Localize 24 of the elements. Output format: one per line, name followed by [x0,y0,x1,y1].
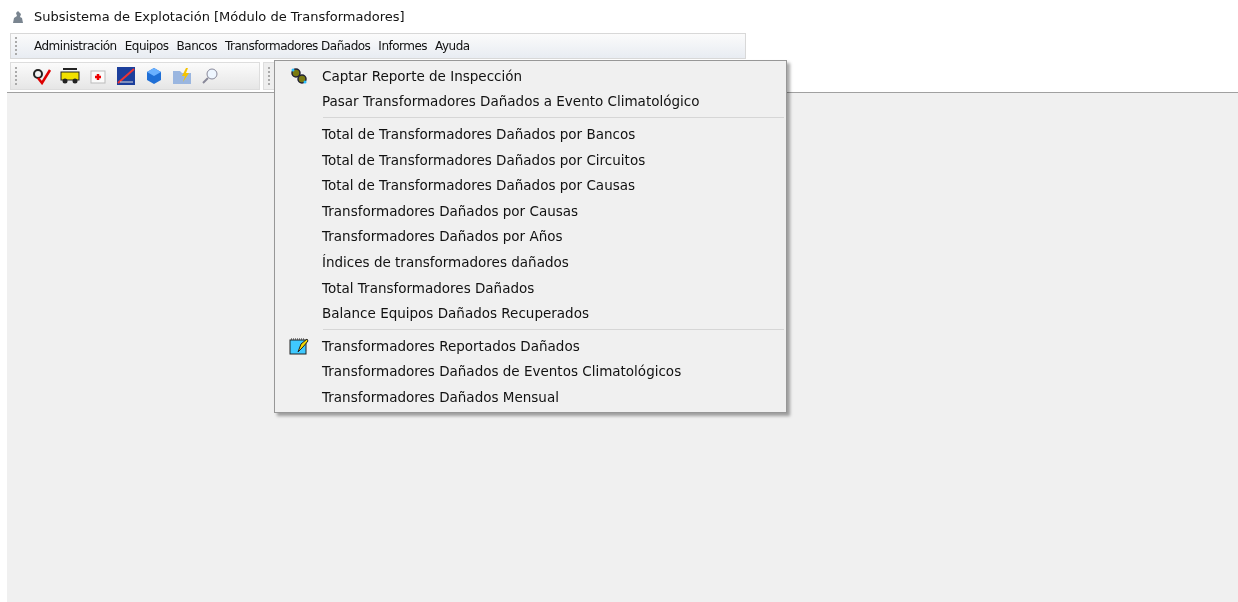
window-title: Subsistema de Explotación [Módulo de Transformadores] [34,9,405,24]
chart-tool-button[interactable] [114,64,138,88]
menu-item[interactable]: Índices de transformadores dañados [275,249,786,275]
menu-item[interactable]: Total de Transformadores Dañados por Bancos [275,121,786,147]
gears-icon [289,66,308,85]
menu-item[interactable]: Transformadores Dañados de Eventos Climatológicos [275,358,786,385]
notepad-icon [288,336,309,355]
menu-item[interactable]: Ayuda [431,36,474,56]
menu-item[interactable]: Pasar Transformadores Dañados a Evento Climatológico [275,88,786,115]
menu-item[interactable]: Total de Transformadores Dañados por Circuitos [275,146,786,173]
menu-item[interactable]: Balance Equipos Dañados Recuperados [275,300,786,326]
menu-item[interactable]: Transformadores Reportados Dañados [275,332,786,359]
menu-item[interactable]: Administración [30,36,121,56]
menu-item[interactable]: Informes [374,36,432,56]
menu-item[interactable]: Total de Transformadores Dañados por Causas [275,172,786,198]
app-icon [10,8,26,25]
menu-item[interactable]: Captar Reporte de Inspección [275,63,786,89]
menu-item[interactable]: Bancos [172,36,221,56]
menu-item[interactable]: Transformadores Dañados por Causas [275,197,786,224]
menu-item[interactable]: Transformadores Dañados Mensual [275,384,786,410]
menu-item[interactable]: Equipos [120,36,173,56]
menu-item[interactable]: Total Transformadores Dañados [275,274,786,301]
menu-item[interactable]: Transformadores Dañados [220,36,375,56]
menu-item[interactable]: Transformadores Dañados por Años [275,223,786,250]
